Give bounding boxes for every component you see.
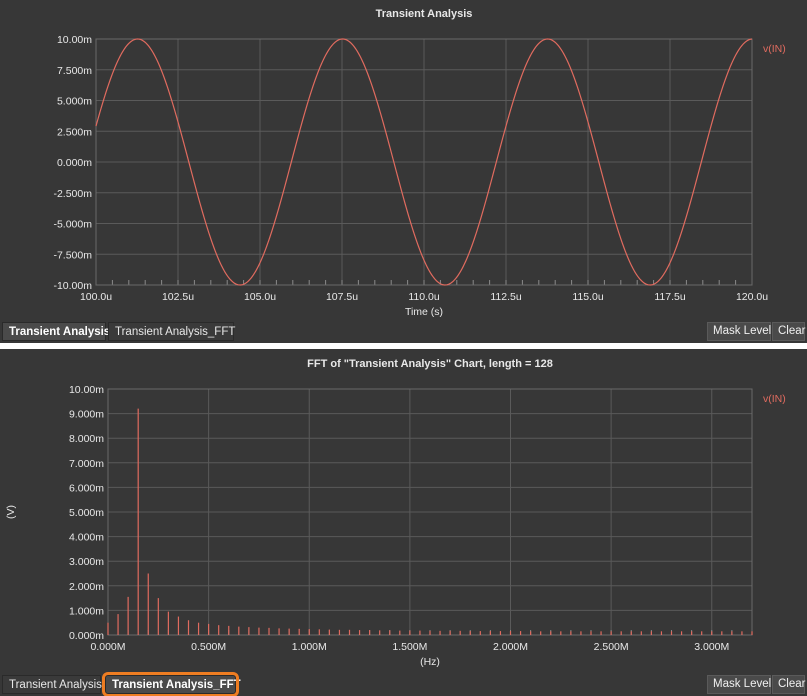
- x-tick-label: 1.000M: [292, 641, 327, 653]
- clear-button[interactable]: Clear: [772, 322, 805, 341]
- x-tick-label: 105.0u: [244, 291, 276, 303]
- y-tick-label: 7.000m: [69, 458, 104, 470]
- x-axis-label: (Hz): [420, 656, 440, 668]
- transient-analysis-panel: Transient Analysis 10.00m 7.500m 5.000m 2.50…: [0, 0, 807, 343]
- x-tick-label: 112.5u: [490, 291, 521, 303]
- y-tick-label: -2.500m: [53, 188, 92, 200]
- tab-transient-analysis-fft[interactable]: Transient Analysis_FFT: [108, 322, 235, 341]
- y-tick-label: 9.000m: [69, 409, 104, 421]
- legend-entry-v-in: v(IN): [763, 393, 786, 405]
- y-tick-label: 10.00m: [69, 384, 104, 396]
- tab-transient-analysis[interactable]: Transient Analysis: [2, 322, 110, 341]
- y-tick-label: 5.000m: [69, 507, 104, 519]
- fft-panel: FFT of "Transient Analysis" Chart, lengt…: [0, 349, 807, 696]
- x-axis-label: Time (s): [405, 306, 443, 318]
- y-tick-label: 2.000m: [69, 581, 104, 593]
- y-tick-label: 10.00m: [57, 34, 92, 46]
- x-tick-label: 110.0u: [408, 291, 439, 303]
- chart-title: Transient Analysis: [376, 8, 473, 20]
- clear-button[interactable]: Clear: [772, 675, 805, 694]
- x-tick-label: 120.0u: [736, 291, 768, 303]
- tab-transient-analysis[interactable]: Transient Analysis: [2, 675, 102, 694]
- fft-chart: FFT of "Transient Analysis" Chart, lengt…: [5, 358, 786, 668]
- top-tab-bar: Transient Analysis Transient Analysis_FF…: [0, 319, 807, 343]
- y-tick-label: 4.000m: [69, 532, 104, 544]
- legend-entry-v-in: v(IN): [763, 43, 786, 55]
- chart-title: FFT of "Transient Analysis" Chart, lengt…: [307, 358, 553, 370]
- y-tick-label: -5.000m: [53, 219, 92, 231]
- y-tick-label: 5.000m: [57, 96, 92, 108]
- y-tick-label: 8.000m: [69, 433, 104, 445]
- y-tick-label: 1.000m: [69, 605, 104, 617]
- bottom-tab-bar: Transient Analysis Transient Analysis_FF…: [0, 672, 807, 696]
- y-tick-label: 0.000m: [57, 157, 92, 169]
- y-tick-label: 3.000m: [69, 556, 104, 568]
- x-tick-label: 107.5u: [326, 291, 358, 303]
- y-tick-label: 2.500m: [57, 126, 92, 138]
- x-tick-label: 102.5u: [162, 291, 194, 303]
- tab-transient-analysis-fft[interactable]: Transient Analysis_FFT: [102, 672, 241, 696]
- x-tick-label: 1.500M: [392, 641, 427, 653]
- y-tick-label: -7.500m: [53, 249, 92, 261]
- x-tick-label: 115.0u: [572, 291, 603, 303]
- y-tick-label: 7.500m: [57, 65, 92, 77]
- x-tick-label: 3.000M: [694, 641, 729, 653]
- y-axis-label: (V): [5, 505, 17, 519]
- x-tick-label: 0.000M: [90, 641, 125, 653]
- mask-level-button[interactable]: Mask Level: [707, 322, 771, 341]
- mask-level-button[interactable]: Mask Level: [707, 675, 771, 694]
- transient-chart: Transient Analysis 10.00m 7.500m 5.000m 2.50…: [53, 8, 786, 318]
- x-tick-label: 2.000M: [493, 641, 528, 653]
- x-tick-label: 2.500M: [594, 641, 629, 653]
- x-tick-label: 100.0u: [80, 291, 112, 303]
- x-tick-label: 117.5u: [654, 291, 685, 303]
- x-tick-label: 0.500M: [191, 641, 226, 653]
- y-tick-label: 6.000m: [69, 482, 104, 494]
